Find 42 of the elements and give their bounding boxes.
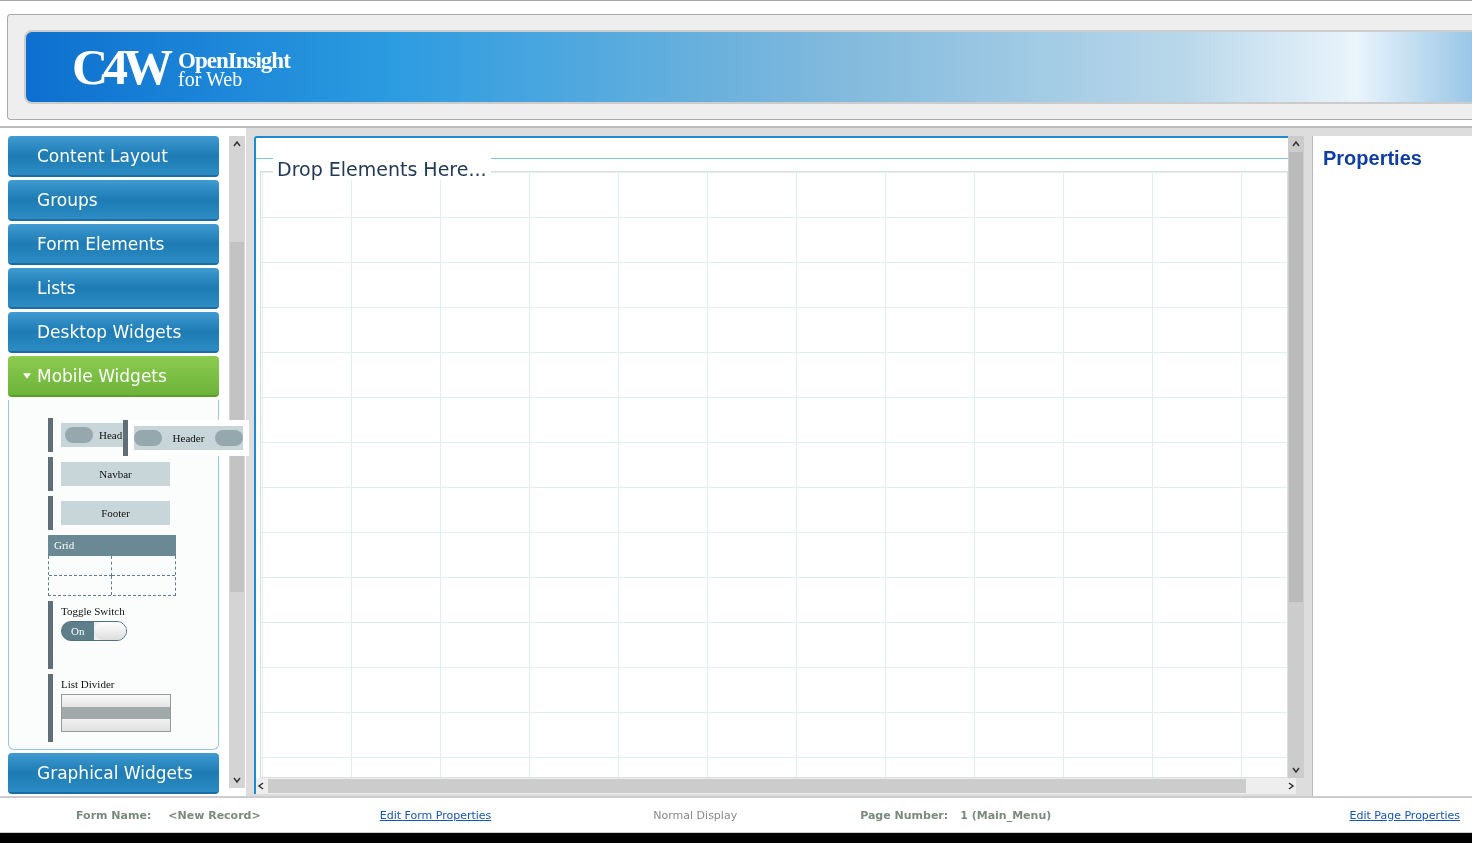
design-canvas[interactable]: Drop Elements Here... (254, 136, 1288, 778)
scrollbar[interactable] (229, 136, 245, 788)
dragged-header-widget[interactable]: Header (123, 420, 249, 456)
edit-page-link[interactable]: Edit Page Properties (1349, 808, 1460, 822)
edit-form-link[interactable]: Edit Form Properties (379, 808, 492, 822)
widget-label: Header (172, 432, 205, 444)
scroll-down-icon[interactable] (232, 775, 242, 785)
accordion-header[interactable]: Content Layout (8, 136, 219, 177)
toggle-switch[interactable]: On (61, 621, 127, 641)
caret-icon (23, 371, 31, 380)
scroll-up-icon[interactable] (1291, 139, 1301, 149)
pill-shape (134, 430, 162, 446)
bar-widget[interactable]: Footer (61, 501, 170, 525)
widget-label: Head (99, 429, 123, 441)
accordion-header[interactable]: Lists (8, 268, 219, 309)
scroll-right-icon[interactable] (1286, 781, 1296, 791)
field-label: Page Number: (860, 808, 949, 822)
form-name: <New Record> (168, 808, 261, 822)
accordion-header[interactable]: Form Elements (8, 224, 219, 265)
field-label: Form Name: (76, 808, 152, 822)
logo-subtitle: for Web (178, 70, 243, 89)
accordion-header[interactable]: Mobile Widgets (8, 356, 219, 397)
accordion-header[interactable]: Graphical Widgets (8, 753, 219, 794)
scrollbar[interactable] (1288, 136, 1304, 778)
accordion-header[interactable]: Groups (8, 180, 219, 221)
list-divider-widget[interactable] (61, 694, 171, 732)
drop-hint: Drop Elements Here... (273, 158, 491, 180)
panel-title: Properties (1323, 147, 1422, 169)
page-number: 1 (Main_Menu) (960, 808, 1052, 822)
scrollbar[interactable] (254, 778, 1296, 794)
logo-mark: C4W (72, 42, 169, 92)
display-mode: Normal Display (653, 808, 738, 822)
widget-label: List Divider (61, 678, 116, 690)
bar-widget[interactable]: Navbar (61, 462, 170, 486)
scroll-down-icon[interactable] (1291, 765, 1301, 775)
scroll-left-icon[interactable] (256, 781, 266, 791)
pill-shape (65, 427, 93, 443)
scroll-up-icon[interactable] (232, 139, 242, 149)
accordion-header[interactable]: Desktop Widgets (8, 312, 219, 353)
widget-label: Toggle Switch (61, 605, 126, 617)
partial-header-widget[interactable]: Head (61, 423, 125, 447)
pill-shape (215, 430, 243, 446)
